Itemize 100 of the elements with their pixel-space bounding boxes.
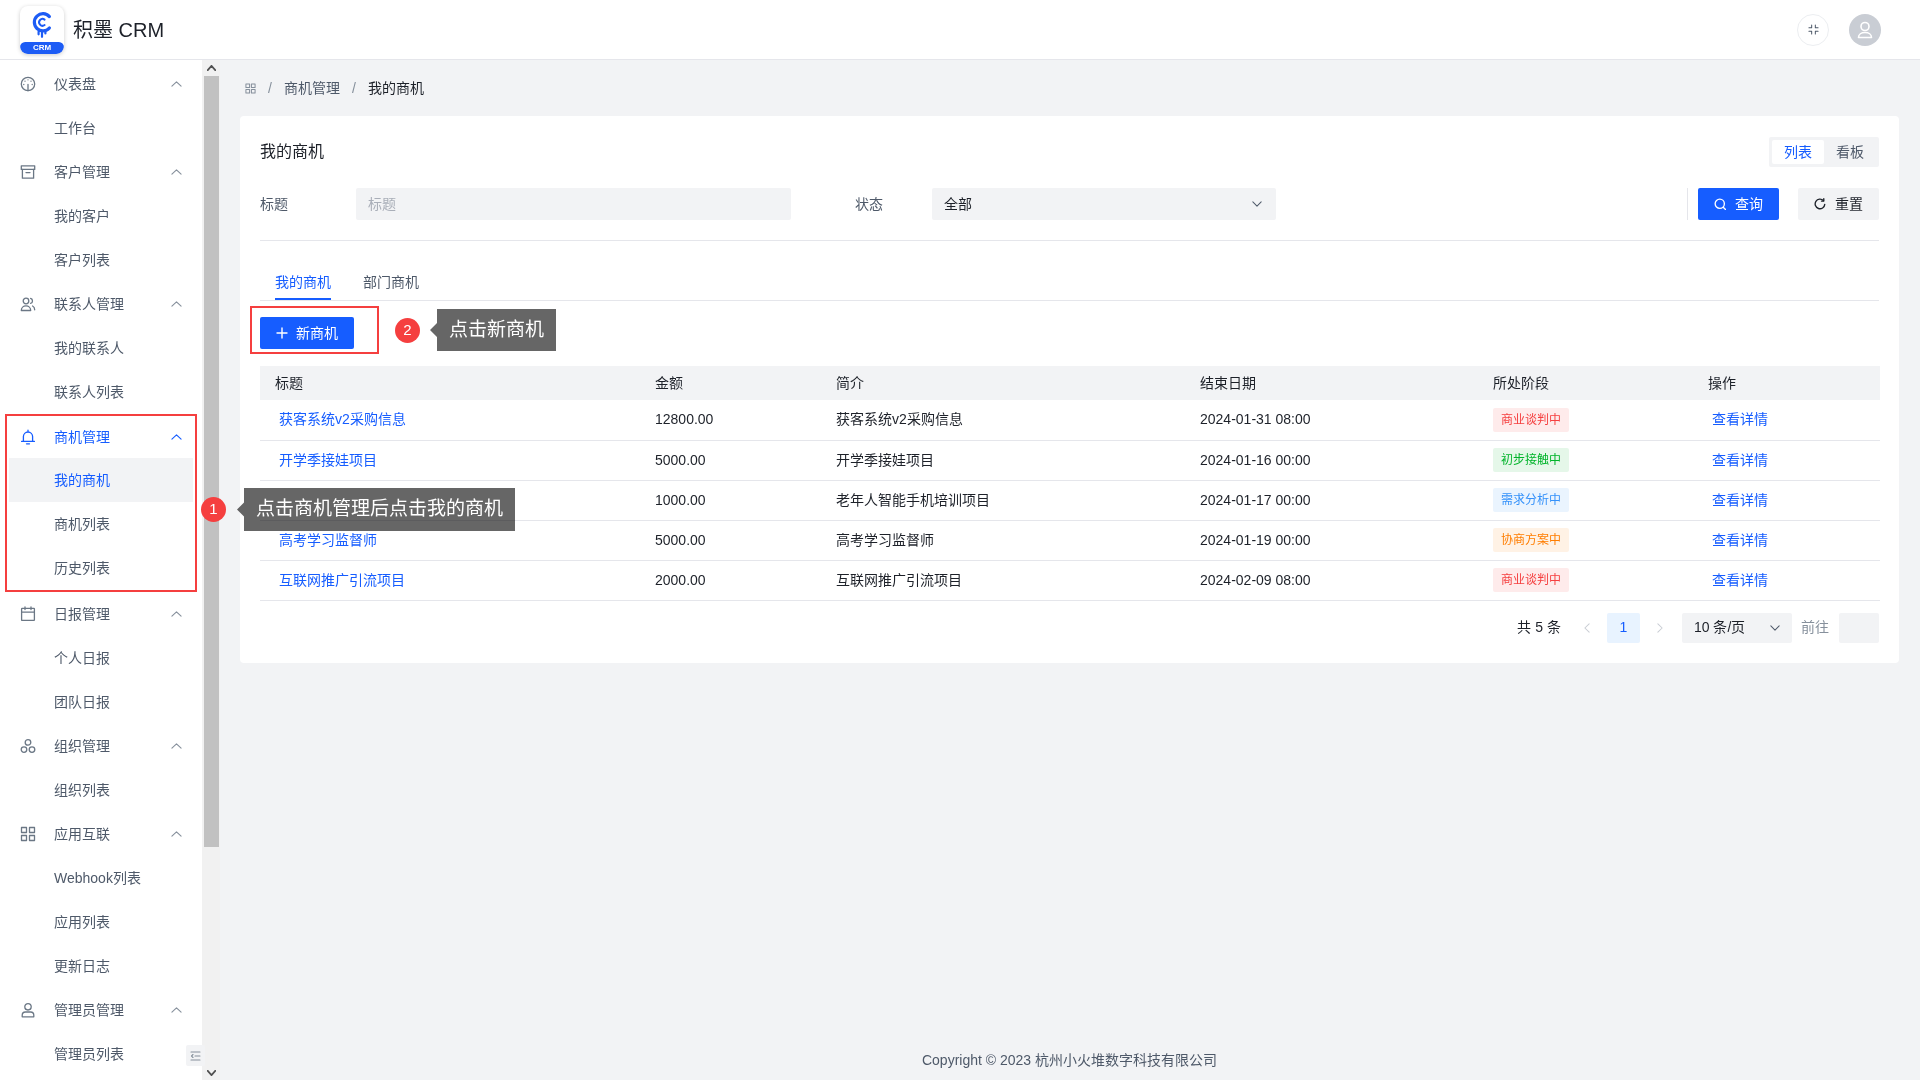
menu-group[interactable]: 应用互联 <box>0 812 202 856</box>
step-number: 1 <box>201 497 226 522</box>
menu-group[interactable]: 商机管理 <box>7 416 195 458</box>
details-link[interactable]: 查看详情 <box>1708 411 1772 428</box>
menu-group[interactable]: 管理员管理 <box>0 988 202 1032</box>
stage-tag: 需求分析中 <box>1493 488 1569 512</box>
filter-label: 状态 <box>855 194 884 214</box>
user-icon <box>20 1002 36 1018</box>
stage-tag: 协商方案中 <box>1493 528 1569 552</box>
details-link[interactable]: 查看详情 <box>1708 491 1772 508</box>
breadcrumb-item: 我的商机 <box>367 78 424 98</box>
menu-item[interactable]: 管理员列表 <box>0 1032 184 1076</box>
gauge-icon <box>20 76 36 92</box>
card-title: 我的商机 <box>260 142 324 162</box>
total-count: 共 5 条 <box>1517 618 1561 637</box>
table-cell: 互联网推广引流项目 <box>821 560 1185 600</box>
stage-tag: 商业谈判中 <box>1493 568 1569 592</box>
menu-item[interactable]: 工作台 <box>0 106 184 150</box>
menu-item[interactable]: 历史列表 <box>9 546 193 590</box>
chevron-down-icon[interactable] <box>206 1070 216 1076</box>
reset-button[interactable]: 重置 <box>1798 188 1879 220</box>
menu-item[interactable]: 应用列表 <box>0 900 184 944</box>
users-icon <box>20 296 36 312</box>
bell-icon <box>20 429 36 445</box>
archive-icon <box>20 164 36 180</box>
details-link[interactable]: 查看详情 <box>1708 451 1772 468</box>
table-cell: 高考学习监督师 <box>821 520 1185 560</box>
callout-tooltip: 点击新商机 <box>430 309 556 351</box>
refresh-icon <box>1814 198 1826 210</box>
menu-item[interactable]: 我的联系人 <box>0 326 184 370</box>
column-header: 标题 <box>260 366 640 400</box>
plus-icon <box>276 327 288 339</box>
menu-item[interactable]: 个人日报 <box>0 636 184 680</box>
menu-item[interactable]: 我的客户 <box>0 194 184 238</box>
chevron-down-icon <box>1252 201 1262 207</box>
copyright-text: Copyright © 2023 杭州小火堆数字科技有限公司 <box>921 1050 1217 1070</box>
logo-label: CRM <box>20 41 64 54</box>
fullscreen-button[interactable] <box>1797 13 1829 46</box>
grid-icon[interactable] <box>245 82 256 94</box>
title-link[interactable]: 开学季接娃项目 <box>275 451 381 468</box>
menu-item[interactable]: 客户列表 <box>0 238 184 282</box>
details-link[interactable]: 查看详情 <box>1708 531 1772 548</box>
table-cell: 2024-01-31 08:00 <box>1185 400 1478 440</box>
menu-item[interactable]: 我的商机 <box>9 458 193 502</box>
column-header: 操作 <box>1693 366 1880 400</box>
table-cell: 5000.00 <box>640 520 821 560</box>
stage-tag: 商业谈判中 <box>1493 407 1569 432</box>
details-link[interactable]: 查看详情 <box>1708 571 1772 588</box>
new-button[interactable]: 新商机 <box>260 317 354 349</box>
page-number[interactable]: 1 <box>1607 612 1640 643</box>
circles-icon <box>20 738 36 754</box>
menu-item[interactable]: 联系人列表 <box>0 370 184 414</box>
avatar-icon[interactable] <box>1849 13 1881 46</box>
chevron-up-icon[interactable] <box>206 65 216 71</box>
goto-label: 前往 <box>1801 618 1829 637</box>
column-header: 简介 <box>821 366 1185 400</box>
tab[interactable]: 部门商机 <box>363 264 419 300</box>
view-tab[interactable]: 列表 <box>1772 140 1824 164</box>
chevron-down-icon <box>1770 624 1780 631</box>
query-button[interactable]: 查询 <box>1698 188 1779 220</box>
menu-group[interactable]: 组织管理 <box>0 724 202 768</box>
title-link[interactable]: 互联网推广引流项目 <box>275 571 409 588</box>
breadcrumb-separator: / <box>268 78 272 98</box>
page-size-select[interactable]: 10 条/页 <box>1682 612 1792 643</box>
tab[interactable]: 我的商机 <box>275 264 331 300</box>
menu-group[interactable]: 仪表盘 <box>0 62 202 106</box>
status-select[interactable]: 全部 <box>932 188 1276 220</box>
table-cell: 2024-01-19 00:00 <box>1185 520 1478 560</box>
title-link[interactable]: 获客系统v2采购信息 <box>275 411 410 428</box>
filter-label: 标题 <box>260 194 289 214</box>
calendar-icon <box>20 606 36 622</box>
app-name: 积墨 CRM <box>73 17 165 43</box>
stage-tag: 初步接触中 <box>1493 448 1569 472</box>
column-header: 结束日期 <box>1185 366 1478 400</box>
menu-item[interactable]: 组织列表 <box>0 768 184 812</box>
menu-group[interactable]: 客户管理 <box>0 150 202 194</box>
table-cell: 2024-01-17 00:00 <box>1185 480 1478 520</box>
menu-item[interactable]: Webhook列表 <box>0 856 184 900</box>
table-cell: 12800.00 <box>640 400 821 440</box>
table-cell: 2024-01-16 00:00 <box>1185 440 1478 480</box>
table-cell: 2024-02-09 08:00 <box>1185 560 1478 600</box>
menu-item[interactable]: 商机列表 <box>9 502 193 546</box>
scrollbar-thumb[interactable] <box>203 76 219 847</box>
table-cell: 5000.00 <box>640 440 821 480</box>
menu-item[interactable]: 更新日志 <box>0 944 184 988</box>
menu-item[interactable]: 团队日报 <box>0 680 184 724</box>
lines-icon <box>190 1050 201 1061</box>
view-tab[interactable]: 看板 <box>1824 140 1876 164</box>
menu-group[interactable]: 联系人管理 <box>0 282 202 326</box>
menu-group[interactable]: 日报管理 <box>0 592 202 636</box>
title-link[interactable]: 高考学习监督师 <box>275 531 381 548</box>
step-number: 2 <box>395 317 420 343</box>
logo-mark-icon <box>30 10 54 38</box>
breadcrumb-item[interactable]: 商机管理 <box>283 77 340 99</box>
table-cell: 老年人智能手机培训项目 <box>821 480 1185 520</box>
title-input[interactable]: 标题 <box>356 188 791 220</box>
table-cell: 获客系统v2采购信息 <box>821 400 1185 440</box>
grid-icon <box>20 826 36 842</box>
column-header: 金额 <box>640 366 821 400</box>
table-cell: 2000.00 <box>640 560 821 600</box>
